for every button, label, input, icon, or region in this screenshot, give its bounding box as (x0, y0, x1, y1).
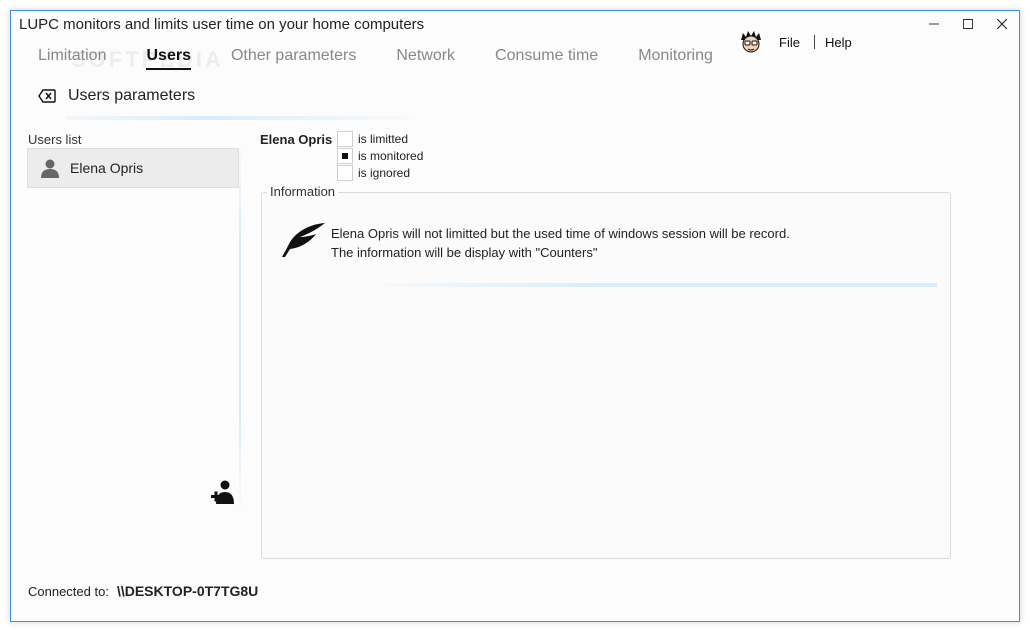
maximize-button[interactable] (951, 11, 985, 37)
close-icon (997, 19, 1007, 29)
add-user-icon[interactable] (210, 480, 236, 504)
connected-label: Connected to: (28, 583, 109, 599)
person-icon (41, 159, 59, 178)
option-ignored[interactable]: is ignored (337, 164, 423, 181)
tab-limitation[interactable]: Limitation (38, 47, 106, 68)
selected-user-name: Elena Opris (260, 132, 333, 147)
close-button[interactable] (985, 11, 1019, 37)
limitted-checkbox[interactable] (337, 130, 353, 147)
tab-network[interactable]: Network (396, 47, 455, 68)
users-list: Elena Opris (27, 148, 239, 508)
minimize-icon (929, 23, 939, 25)
option-monitored[interactable]: is monitored (337, 147, 423, 164)
monitored-label: is monitored (358, 148, 424, 163)
user-name-label: Elena Opris (70, 160, 144, 176)
tab-consume-time[interactable]: Consume time (495, 47, 598, 68)
list-item[interactable]: Elena Opris (27, 148, 239, 188)
menu-file[interactable]: File (773, 35, 806, 50)
list-divider (239, 138, 241, 518)
ignored-checkbox[interactable] (337, 164, 353, 181)
section-divider (67, 116, 417, 120)
maximize-icon (963, 19, 973, 29)
information-text: Elena Opris will not limitted but the us… (331, 224, 790, 262)
main-window: LUPC monitors and limits user time on yo… (10, 10, 1020, 622)
information-line-1: Elena Opris will not limitted but the us… (331, 226, 790, 241)
window-controls (917, 11, 1019, 39)
feather-icon (282, 223, 325, 257)
limitted-label: is limitted (358, 131, 409, 146)
monitored-checkbox[interactable] (337, 147, 353, 164)
menu-help[interactable]: Help (819, 35, 858, 50)
connected-host: \\DESKTOP-0T7TG8U (116, 583, 259, 599)
window-title: LUPC monitors and limits user time on yo… (19, 16, 425, 33)
option-limitted[interactable]: is limitted (337, 130, 423, 147)
users-parameters-icon (38, 89, 56, 103)
tab-bar: Limitation Users Other parameters Networ… (38, 47, 753, 70)
tab-other-parameters[interactable]: Other parameters (231, 47, 356, 68)
ignored-label: is ignored (358, 165, 411, 180)
information-divider (381, 283, 937, 287)
menu-bar: File Help (739, 30, 858, 54)
status-bar: Connected to: \\DESKTOP-0T7TG8U (28, 583, 258, 599)
user-options: is limitted is monitored is ignored (337, 130, 423, 181)
tab-users[interactable]: Users (146, 47, 192, 70)
menu-separator (813, 35, 815, 49)
minimize-button[interactable] (917, 11, 951, 37)
section-title: Users parameters (68, 87, 196, 104)
tab-monitoring[interactable]: Monitoring (638, 47, 713, 68)
users-list-label: Users list (28, 132, 82, 147)
information-line-2: The information will be display with "Co… (331, 245, 598, 260)
section-header: Users parameters (38, 87, 195, 105)
information-legend: Information (267, 184, 339, 199)
